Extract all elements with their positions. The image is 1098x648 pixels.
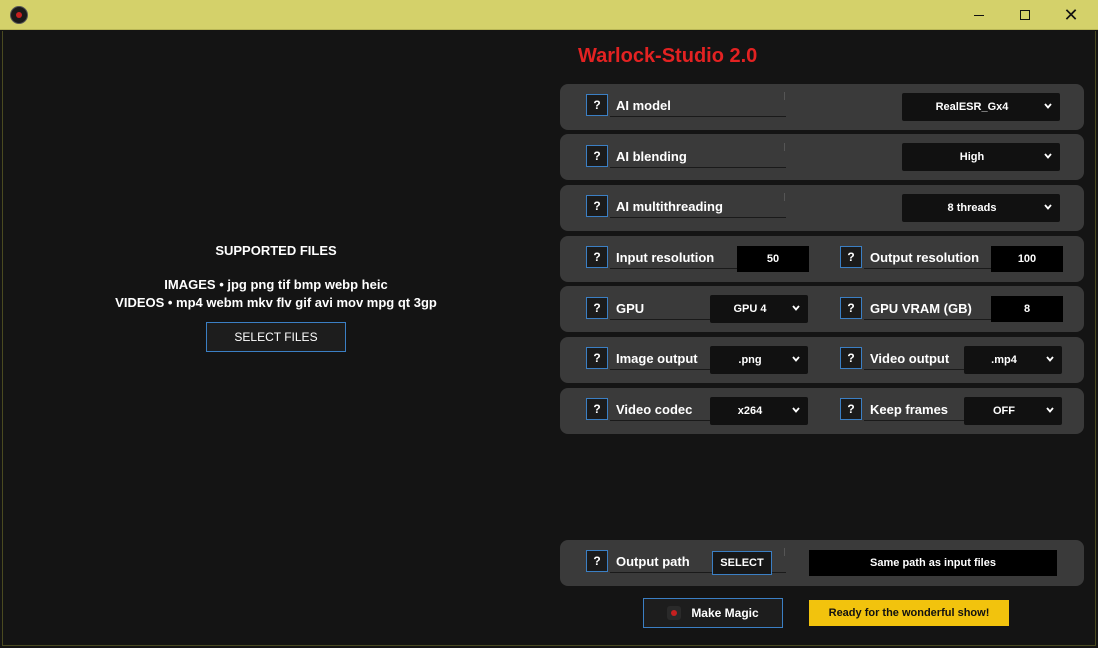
app-title: Warlock-Studio 2.0 xyxy=(578,45,758,67)
gpu-value: GPU 4 xyxy=(733,303,767,315)
image-output-value: .png xyxy=(738,354,762,366)
output-resolution-label: Output resolution xyxy=(870,250,980,265)
make-magic-button[interactable]: Make Magic xyxy=(643,598,783,628)
output-path-label: Output path xyxy=(616,554,690,569)
help-ai-model-button[interactable]: ? xyxy=(586,94,608,116)
panel-ai-model: ? AI model RealESR_Gx4 xyxy=(560,84,1084,130)
help-output-resolution-button[interactable]: ? xyxy=(840,246,862,268)
maximize-button[interactable] xyxy=(1002,0,1048,30)
video-output-value: .mp4 xyxy=(991,354,1017,366)
panel-ai-multithreading: ? AI multithreading 8 threads xyxy=(560,185,1084,231)
input-resolution-label: Input resolution xyxy=(616,250,715,265)
chevron-down-icon xyxy=(1044,152,1052,160)
status-badge: Ready for the wonderful show! xyxy=(809,600,1009,626)
supported-images-list: IMAGES • jpg png tif bmp webp heic xyxy=(164,277,388,292)
keep-frames-label: Keep frames xyxy=(870,402,949,417)
help-keep-frames-button[interactable]: ? xyxy=(840,398,862,420)
help-video-codec-button[interactable]: ? xyxy=(586,398,608,420)
make-magic-label: Make Magic xyxy=(691,606,759,620)
panel-resolution: ? Input resolution 50 ? Output resolutio… xyxy=(560,236,1084,282)
gpu-label: GPU xyxy=(616,301,645,316)
image-output-label: Image output xyxy=(616,351,698,366)
magic-icon xyxy=(667,606,682,620)
panel-ai-blending: ? AI blending High xyxy=(560,134,1084,180)
ai-blending-label: AI blending xyxy=(616,149,687,164)
help-output-path-button[interactable]: ? xyxy=(586,550,608,572)
help-gpu-button[interactable]: ? xyxy=(586,297,608,319)
app-logo-icon xyxy=(10,6,28,24)
minimize-icon xyxy=(974,14,984,16)
title-bar: ✕ xyxy=(0,0,1098,30)
divider xyxy=(610,217,786,218)
chevron-down-icon xyxy=(1046,406,1054,414)
divider xyxy=(784,92,785,100)
chevron-down-icon xyxy=(1046,355,1054,363)
help-video-output-button[interactable]: ? xyxy=(840,347,862,369)
image-output-dropdown[interactable]: .png xyxy=(710,346,808,374)
help-ai-blending-button[interactable]: ? xyxy=(586,145,608,167)
close-button[interactable]: ✕ xyxy=(1048,0,1094,30)
ai-multithreading-dropdown[interactable]: 8 threads xyxy=(902,194,1060,222)
divider xyxy=(784,143,785,151)
supported-videos-list: VIDEOS • mp4 webm mkv flv gif avi mov mp… xyxy=(115,295,437,310)
video-output-dropdown[interactable]: .mp4 xyxy=(964,346,1062,374)
ai-multithreading-label: AI multithreading xyxy=(616,199,723,214)
ai-blending-dropdown[interactable]: High xyxy=(902,143,1060,171)
output-resolution-input[interactable]: 100 xyxy=(991,246,1063,272)
panel-video-codec: ? Video codec x264 ? Keep frames OFF xyxy=(560,388,1084,434)
panel-output-format: ? Image output .png ? Video output .mp4 xyxy=(560,337,1084,383)
chevron-down-icon xyxy=(792,304,800,312)
output-path-field[interactable]: Same path as input files xyxy=(809,550,1057,576)
chevron-down-icon xyxy=(792,355,800,363)
file-drop-area[interactable]: SUPPORTED FILES IMAGES • jpg png tif bmp… xyxy=(0,31,552,646)
ai-multithreading-value: 8 threads xyxy=(947,202,997,214)
video-codec-value: x264 xyxy=(737,405,763,417)
close-icon: ✕ xyxy=(1063,4,1079,25)
gpu-vram-label: GPU VRAM (GB) xyxy=(870,301,972,316)
maximize-icon xyxy=(1020,10,1030,20)
ai-blending-value: High xyxy=(959,151,985,163)
keep-frames-dropdown[interactable]: OFF xyxy=(964,397,1062,425)
ai-model-label: AI model xyxy=(616,98,671,113)
video-output-label: Video output xyxy=(870,351,950,366)
chevron-down-icon xyxy=(1044,102,1052,110)
help-ai-multithreading-button[interactable]: ? xyxy=(586,195,608,217)
divider xyxy=(610,116,786,117)
panel-gpu: ? GPU GPU 4 ? GPU VRAM (GB) 8 xyxy=(560,286,1084,332)
gpu-vram-input[interactable]: 8 xyxy=(991,296,1063,322)
ai-model-dropdown[interactable]: RealESR_Gx4 xyxy=(902,93,1060,121)
input-resolution-input[interactable]: 50 xyxy=(737,246,809,272)
chevron-down-icon xyxy=(792,406,800,414)
video-codec-label: Video codec xyxy=(616,402,693,417)
help-gpu-vram-button[interactable]: ? xyxy=(840,297,862,319)
select-files-button[interactable]: SELECT FILES xyxy=(206,322,346,352)
gpu-dropdown[interactable]: GPU 4 xyxy=(710,295,808,323)
output-path-select-button[interactable]: SELECT xyxy=(712,551,772,575)
keep-frames-value: OFF xyxy=(993,405,1015,417)
help-image-output-button[interactable]: ? xyxy=(586,347,608,369)
minimize-button[interactable] xyxy=(956,0,1002,30)
supported-files-title: SUPPORTED FILES xyxy=(215,243,337,258)
video-codec-dropdown[interactable]: x264 xyxy=(710,397,808,425)
panel-output-path: ? Output path SELECT Same path as input … xyxy=(560,540,1084,586)
divider xyxy=(784,548,785,556)
divider xyxy=(610,167,786,168)
help-input-resolution-button[interactable]: ? xyxy=(586,246,608,268)
chevron-down-icon xyxy=(1044,203,1052,211)
divider xyxy=(784,193,785,201)
ai-model-value: RealESR_Gx4 xyxy=(935,101,1009,113)
